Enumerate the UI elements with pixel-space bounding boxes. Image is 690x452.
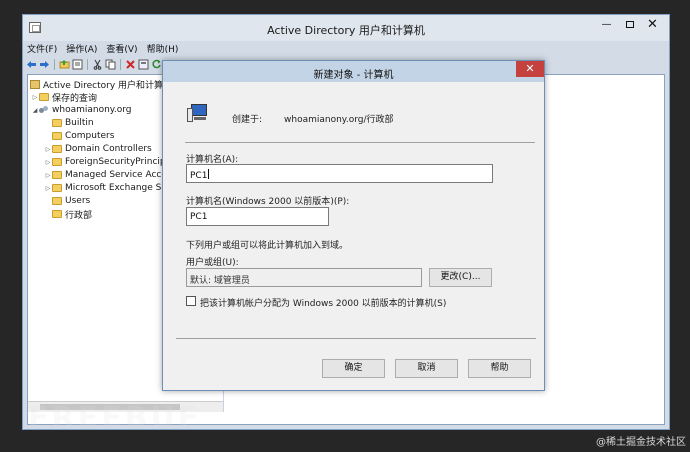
user-group-value: 默认: 域管理员 [190,276,250,286]
tree-label: Computers [65,131,115,141]
tree-label: Users [65,196,91,206]
tree-domain[interactable]: ◢ whoamianony.org [31,104,132,116]
maximize-icon [625,20,634,28]
back-arrow-icon[interactable] [26,59,37,70]
tree-item-exchange-security-groups[interactable]: ▷ Microsoft Exchange Security Groups [44,182,173,194]
tree-pane: Active Directory 用户和计算机 ▷ 保存的查询 ◢ whoami… [28,75,173,401]
tree-label: Domain Controllers [65,144,152,154]
dialog-title: 新建对象 - 计算机 [313,70,394,81]
tree-label: whoamianony.org [52,105,132,115]
chevron-right-icon[interactable]: ▷ [44,172,52,179]
tree-label: Managed Service Accounts [65,170,173,180]
tree-root-label: Active Directory 用户和计算机 [43,80,173,91]
computer-name-input[interactable]: PC1 [186,164,493,183]
folder-icon [52,145,62,153]
cut-icon[interactable] [92,59,103,70]
separator [185,142,535,143]
new-computer-dialog: 新建对象 - 计算机 ✕ 创建于: whoamianony.org/行政部 计算… [162,60,545,391]
tree-label: 保存的查询 [52,93,98,104]
menu-bar: 文件(F) 操作(A) 查看(V) 帮助(H) [27,42,178,56]
folder-up-icon[interactable] [59,59,70,70]
create-in-label: 创建于: [232,115,263,125]
chevron-right-icon[interactable]: ▷ [44,159,52,166]
refresh-icon[interactable] [151,59,162,70]
pre2000-checkbox[interactable] [186,296,196,306]
tree-item-xingzhengbu[interactable]: 行政部 [44,208,93,221]
dialog-title-bar: 新建对象 - 计算机 ✕ [163,61,544,82]
user-group-label: 用户或组(U): [186,258,239,268]
tree-item-foreign-security-principals[interactable]: ▷ ForeignSecurityPrincipals [44,156,173,168]
tree-item-domain-controllers[interactable]: ▷ Domain Controllers [44,143,152,155]
chevron-right-icon[interactable]: ▷ [44,185,52,192]
ok-button[interactable]: 确定 [322,359,385,378]
tree-item-managed-service-accounts[interactable]: ▷ Managed Service Accounts [44,169,173,181]
dialog-body: 创建于: whoamianony.org/行政部 计算机名(A): PC1 计算… [168,82,539,385]
minimize-button[interactable]: — [595,18,618,33]
chevron-right-icon[interactable]: ▷ [31,94,39,101]
window-title: Active Directory 用户和计算机 [267,24,425,37]
delete-icon[interactable] [125,59,136,70]
join-domain-text: 下列用户或组可以将此计算机加入到域。 [186,241,349,251]
folder-icon [52,132,62,140]
copy-icon[interactable] [105,59,116,70]
maximize-button[interactable] [618,18,641,33]
chevron-right-icon[interactable]: ▷ [44,146,52,153]
menu-action[interactable]: 操作(A) [66,42,97,56]
folder-icon [52,184,62,192]
pre2000-name-input[interactable]: PC1 [186,207,329,226]
folder-icon [52,119,62,127]
folder-icon [52,158,62,166]
title-bar: Active Directory 用户和计算机 — ✕ [23,15,669,41]
folder-icon [39,93,49,101]
toolbar-separator [87,59,88,70]
tree-root[interactable]: Active Directory 用户和计算机 [30,78,173,91]
watermark-text: @稀土掘金技术社区 [596,437,686,448]
tree-label: Builtin [65,118,94,128]
user-group-field: 默认: 域管理员 [186,268,422,287]
menu-help[interactable]: 帮助(H) [147,42,179,56]
computer-icon [187,104,209,124]
menu-view[interactable]: 查看(V) [106,42,137,56]
chevron-down-icon[interactable]: ◢ [31,107,39,114]
tree-label: ForeignSecurityPrincipals [65,157,173,167]
cancel-button[interactable]: 取消 [395,359,458,378]
pre2000-checkbox-label: 把该计算机帐户分配为 Windows 2000 以前版本的计算机(S) [200,299,447,309]
tree-saved-queries[interactable]: ▷ 保存的查询 [31,91,98,104]
close-button[interactable]: ✕ [641,18,664,33]
domain-icon [39,105,49,115]
forward-arrow-icon[interactable] [39,59,50,70]
computer-name-value: PC1 [190,171,208,181]
toolbar-separator [120,59,121,70]
tree-item-computers[interactable]: Computers [44,130,114,142]
ad-users-computers-icon [30,79,40,89]
tree-item-builtin[interactable]: Builtin [44,117,94,129]
folder-icon [52,197,62,205]
tree-label: Microsoft Exchange Security Groups [65,183,173,193]
menu-file[interactable]: 文件(F) [27,42,57,56]
properties-icon[interactable] [72,59,83,70]
pre2000-name-value: PC1 [190,212,208,222]
help-button[interactable]: 帮助 [468,359,531,378]
dialog-close-button[interactable]: ✕ [516,61,544,77]
tree-label: 行政部 [65,210,93,221]
folder-icon [52,210,62,218]
pre2000-name-label: 计算机名(Windows 2000 以前版本)(P): [186,197,350,207]
tree-item-users[interactable]: Users [44,195,90,207]
properties-sheet-icon[interactable] [138,59,149,70]
toolbar-separator [54,59,55,70]
separator [176,338,536,339]
watermark-logo: FREEBUF [28,401,202,436]
folder-icon [52,171,62,179]
change-button[interactable]: 更改(C)... [429,268,492,287]
create-in-value: whoamianony.org/行政部 [284,115,394,125]
